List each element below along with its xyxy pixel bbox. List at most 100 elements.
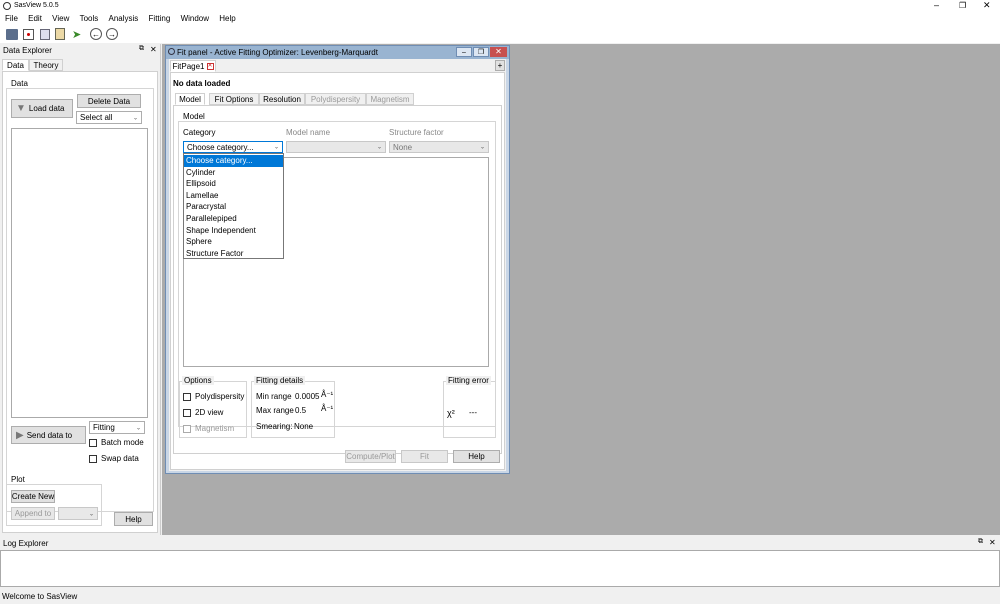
tab-polydispersity[interactable]: Polydispersity: [305, 93, 366, 105]
close-dock-icon[interactable]: ✕: [150, 45, 157, 54]
tab-magnetism[interactable]: Magnetism: [366, 93, 414, 105]
data-explorer-title: Data Explorer: [3, 46, 52, 55]
category-option-lamellae[interactable]: Lamellae: [184, 190, 283, 202]
window-restore-icon[interactable]: ❐: [473, 47, 489, 57]
data-explorer-dock: Data Explorer ⧉ ✕ Data Theory Data ▼ Loa…: [0, 44, 161, 535]
help-button[interactable]: Help: [114, 512, 153, 526]
menu-help[interactable]: Help: [219, 14, 235, 23]
close-log-icon[interactable]: ✕: [989, 538, 996, 547]
tab-resolution[interactable]: Resolution: [259, 93, 305, 105]
fit-button[interactable]: Fit: [401, 450, 448, 463]
data-group-title: Data: [9, 79, 30, 88]
tab-fitpage1[interactable]: FitPage1 ✕: [170, 60, 216, 72]
menu-analysis[interactable]: Analysis: [109, 14, 139, 23]
category-option-cylinder[interactable]: Cylinder: [184, 167, 283, 179]
category-combo[interactable]: Choose category... ⌄: [183, 141, 283, 153]
clipboard-icon[interactable]: [55, 28, 65, 40]
data-operation-icon[interactable]: ➤: [72, 30, 84, 41]
window-icon: [168, 48, 175, 55]
no-data-label: No data loaded: [173, 79, 231, 88]
create-new-button[interactable]: Create New: [11, 490, 55, 503]
menu-window[interactable]: Window: [181, 14, 209, 23]
chevron-down-icon: ⌄: [135, 425, 141, 431]
append-to-button[interactable]: Append to: [11, 507, 55, 520]
restore-icon[interactable]: ❐: [959, 1, 966, 10]
fit-panel-titlebar: Fit panel - Active Fitting Optimizer: Le…: [166, 46, 509, 59]
model-group-title: Model: [181, 112, 207, 121]
fitting-error-title: Fitting error: [446, 376, 491, 385]
chi2-symbol: χ²: [447, 408, 455, 418]
smearing-label: Smearing:: [256, 422, 293, 431]
menu-edit[interactable]: Edit: [28, 14, 42, 23]
category-option-paracrystal[interactable]: Paracrystal: [184, 201, 283, 213]
status-bar: Welcome to SasView: [0, 589, 1000, 604]
open-file-icon[interactable]: [6, 29, 18, 40]
toolbar: ➤ ← →: [0, 26, 1000, 43]
fitting-details-title: Fitting details: [254, 376, 306, 385]
category-option-ellipsoid[interactable]: Ellipsoid: [184, 178, 283, 190]
tab-data[interactable]: Data: [2, 59, 29, 71]
fit-panel-title: Fit panel - Active Fitting Optimizer: Le…: [177, 48, 378, 57]
plot-group-title: Plot: [9, 475, 27, 484]
window-close-icon[interactable]: ✕: [490, 47, 507, 57]
log-explorer-dock: Log Explorer ⧉ ✕: [0, 536, 1000, 588]
log-explorer-title: Log Explorer: [3, 539, 49, 548]
tab-fit-options[interactable]: Fit Options: [209, 93, 259, 105]
status-text: Welcome to SasView: [2, 592, 78, 601]
2d-view-checkbox[interactable]: 2D view: [183, 408, 223, 417]
category-option-shape-independent[interactable]: Shape Independent: [184, 225, 283, 237]
save-project-icon[interactable]: [23, 29, 34, 40]
menu-tools[interactable]: Tools: [80, 14, 99, 23]
delete-data-button[interactable]: Delete Data: [77, 94, 141, 108]
data-list[interactable]: [11, 128, 148, 418]
close-tab-icon[interactable]: ✕: [206, 62, 214, 70]
app-titlebar: SasView 5.0.5 – ❐ ✕: [0, 0, 1000, 12]
chevron-down-icon: ⌄: [273, 144, 279, 151]
model-name-combo[interactable]: ⌄: [286, 141, 386, 153]
append-target-combo[interactable]: ⌄: [58, 507, 98, 520]
redo-icon[interactable]: →: [106, 28, 118, 40]
menu-view[interactable]: View: [52, 14, 69, 23]
arrow-down-icon: ▼: [16, 103, 26, 114]
min-range-value: 0.0005: [295, 392, 320, 401]
structure-factor-combo[interactable]: None ⌄: [389, 141, 489, 153]
select-all-combo[interactable]: Select all ⌄: [76, 111, 142, 124]
fit-help-button[interactable]: Help: [453, 450, 500, 463]
chi2-value: ---: [469, 408, 477, 417]
category-option-choose[interactable]: Choose category...: [184, 155, 283, 167]
load-data-button[interactable]: ▼ Load data: [11, 99, 73, 118]
fit-panel-body: FitPage1 ✕ + No data loaded Model Fit Op…: [169, 59, 506, 471]
max-range-unit: Å⁻¹: [321, 404, 334, 413]
category-option-parallelepiped[interactable]: Parallelepiped: [184, 213, 283, 225]
add-tab-button[interactable]: +: [495, 60, 505, 71]
send-target-combo[interactable]: Fitting ⌄: [89, 421, 145, 434]
category-option-sphere[interactable]: Sphere: [184, 236, 283, 248]
menu-file[interactable]: File: [5, 14, 18, 23]
batch-mode-checkbox[interactable]: Batch mode: [89, 438, 144, 447]
chevron-down-icon: ⌄: [88, 511, 94, 517]
send-data-to-button[interactable]: ▶ Send data to: [11, 426, 86, 444]
close-icon[interactable]: ✕: [983, 0, 991, 11]
swap-data-checkbox[interactable]: Swap data: [89, 454, 139, 463]
report-icon[interactable]: [40, 29, 50, 40]
tab-model[interactable]: Model: [175, 93, 205, 105]
max-range-label: Max range: [256, 406, 294, 415]
magnetism-checkbox[interactable]: Magnetism: [183, 424, 234, 433]
float-log-icon[interactable]: ⧉: [978, 538, 983, 546]
tab-theory[interactable]: Theory: [29, 59, 63, 71]
app-icon: [3, 2, 11, 10]
minimize-icon[interactable]: –: [934, 0, 939, 10]
min-range-unit: Å⁻¹: [321, 390, 334, 399]
chevron-down-icon: ⌄: [132, 115, 138, 121]
chevron-down-icon: ⌄: [376, 144, 382, 151]
category-option-structure-factor[interactable]: Structure Factor: [184, 248, 283, 260]
float-dock-icon[interactable]: ⧉: [139, 45, 144, 53]
polydispersity-checkbox[interactable]: Polydispersity: [183, 392, 244, 401]
min-range-label: Min range: [256, 392, 292, 401]
undo-icon[interactable]: ←: [90, 28, 102, 40]
menu-fitting[interactable]: Fitting: [149, 14, 171, 23]
log-text-area[interactable]: [0, 550, 1000, 587]
options-group-title: Options: [182, 376, 214, 385]
compute-plot-button[interactable]: Compute/Plot: [345, 450, 396, 463]
window-minimize-icon[interactable]: –: [456, 47, 472, 57]
